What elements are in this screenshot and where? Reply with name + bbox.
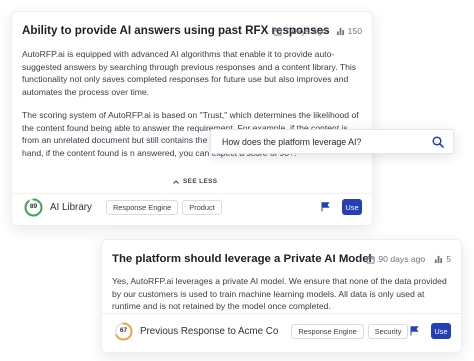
- see-less-label: SEE LESS: [183, 178, 218, 185]
- card-meta: 90 days ago 5: [366, 254, 451, 264]
- usage-count: 5: [446, 254, 451, 264]
- trust-score-value: 67: [119, 326, 128, 334]
- card-meta: 7 days ago 150: [273, 26, 362, 36]
- date-label: 7 days ago: [284, 26, 327, 36]
- card-footer: 89 AI Library Response Engine Product Us…: [24, 197, 362, 217]
- use-button[interactable]: Use: [342, 199, 362, 215]
- source-label: Previous Response to Acme Co: [140, 325, 279, 337]
- search-input[interactable]: How does the platform leverage AI?: [210, 129, 454, 154]
- answer-paragraph-1: AutoRFP.ai is equipped with advanced AI …: [22, 49, 357, 97]
- tag-security[interactable]: Security: [367, 323, 409, 339]
- usage-count: 150: [347, 26, 362, 36]
- tag-product[interactable]: Product: [182, 199, 222, 215]
- date-label: 90 days ago: [378, 254, 426, 264]
- answer-card-2: The platform should leverage a Private A…: [101, 239, 462, 353]
- trust-score-ring: 67: [114, 322, 133, 341]
- trust-score-value: 89: [29, 202, 38, 210]
- bar-chart-icon: [435, 255, 443, 263]
- answer-card-1: Ability to provide AI answers using past…: [11, 11, 373, 226]
- calendar-icon: [366, 255, 375, 264]
- flag-icon[interactable]: [321, 202, 330, 212]
- bar-chart-icon: [336, 27, 344, 35]
- calendar-icon: [273, 27, 282, 36]
- divider: [102, 313, 461, 314]
- search-query: How does the platform leverage AI?: [222, 136, 362, 147]
- search-icon[interactable]: [432, 136, 444, 148]
- use-button[interactable]: Use: [431, 323, 451, 339]
- flag-icon[interactable]: [410, 326, 419, 336]
- card-title: The platform should leverage a Private A…: [112, 253, 372, 265]
- chevron-up-icon: [173, 179, 179, 184]
- tag-response-engine[interactable]: Response Engine: [105, 199, 179, 215]
- tag-response-engine[interactable]: Response Engine: [291, 323, 364, 339]
- card-footer: 67 Previous Response to Acme Co Response…: [114, 321, 451, 341]
- divider: [12, 193, 372, 194]
- trust-score-ring: 89: [24, 198, 43, 217]
- answer-paragraph: Yes, AutoRFP.ai leverages a private AI m…: [112, 276, 447, 312]
- source-label: AI Library: [50, 201, 92, 213]
- see-less-button[interactable]: SEE LESS: [173, 178, 217, 185]
